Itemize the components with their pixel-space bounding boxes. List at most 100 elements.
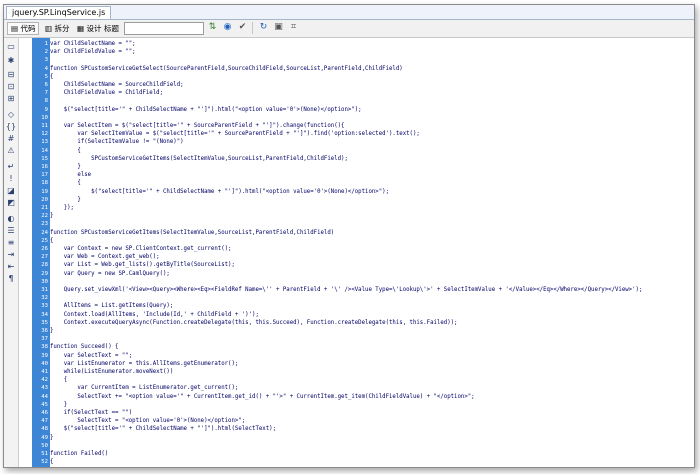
- select-parent-tag-icon[interactable]: ◇: [5, 110, 17, 120]
- code-text: {: [50, 180, 81, 187]
- visual-aids-icon[interactable]: ⌗: [288, 22, 299, 33]
- code-text: Context.load(AllItems, 'Include(Id,' + C…: [50, 311, 259, 318]
- line-number: 20: [41, 196, 48, 203]
- code-text: var ChildFieldValue = "";: [50, 49, 136, 56]
- line-number: 44: [41, 393, 48, 400]
- code-text: SelectText += "<option value='" + Curren…: [50, 393, 475, 400]
- line-number: 3: [44, 57, 48, 64]
- code-text: }: [50, 196, 81, 203]
- line-number: 4: [44, 65, 48, 72]
- line-number: 46: [41, 410, 48, 416]
- expand-all-icon[interactable]: ⊞: [5, 94, 17, 104]
- code-text: function SPCustomServiceGetSelect(Source…: [50, 65, 403, 72]
- code-text: $("select[title='" + ChildSelectName + "…: [50, 188, 389, 195]
- outdent-code-icon[interactable]: ⇤: [5, 262, 17, 272]
- open-documents-icon[interactable]: ▭: [5, 42, 17, 52]
- syntax-error-alerts-icon[interactable]: !: [5, 174, 17, 184]
- split-view-button[interactable]: ▥ 拆分: [41, 22, 73, 35]
- line-number: 51: [41, 451, 48, 457]
- code-editor[interactable]: 1 var ChildSelectName = ""; 2 var ChildFiel…: [41, 38, 694, 467]
- view-options-icon[interactable]: ▣: [273, 22, 284, 33]
- code-text: var List = Web.get_lists().getByTitle(So…: [50, 262, 235, 269]
- collapse-selection-icon[interactable]: ⊡: [5, 82, 17, 92]
- show-code-navigator-icon[interactable]: ✱: [5, 56, 17, 66]
- code-text: var SelectItem = $("select[title='" + So…: [50, 123, 345, 129]
- toolbar-separator: [252, 22, 253, 34]
- line-number: 27: [41, 254, 48, 261]
- line-number: 32: [41, 295, 48, 302]
- format-source-icon[interactable]: ¶: [5, 274, 17, 284]
- code-text: ChildFieldValue = ChildField;: [50, 90, 163, 97]
- line-number: 13: [41, 139, 48, 146]
- code-text: {: [50, 237, 54, 244]
- line-number: 5: [44, 73, 48, 80]
- code-text: while(ListEnumerator.moveNext()): [50, 369, 174, 375]
- code-text: Query.set_viewXml('<View><Query><Where><…: [50, 287, 643, 293]
- line-number: 18: [41, 180, 48, 187]
- code-text: }: [50, 401, 68, 408]
- title-input[interactable]: [124, 22, 204, 35]
- line-number: 35: [41, 319, 48, 326]
- code-text: var Query = new SP.CamlQuery();: [50, 270, 170, 277]
- code-text: }: [50, 434, 54, 441]
- code-text: {: [50, 147, 81, 154]
- code-text: }: [50, 466, 53, 467]
- highlight-invalid-code-icon[interactable]: ⚠: [5, 146, 17, 156]
- word-wrap-icon[interactable]: ↵: [5, 162, 17, 172]
- code-text: ChildSelectName = SourceChildField;: [50, 82, 184, 88]
- balance-braces-icon[interactable]: {}: [5, 122, 17, 132]
- line-number: 34: [41, 311, 48, 318]
- collapse-full-tag-icon[interactable]: ⊟: [5, 70, 17, 80]
- line-number: 11: [41, 123, 48, 129]
- line-number: 19: [41, 188, 48, 195]
- code-text: if(SelectItemValue != "(None)"): [50, 139, 184, 146]
- line-number: 39: [41, 352, 48, 359]
- preview-icon[interactable]: ◉: [222, 22, 233, 33]
- remove-comment-icon[interactable]: ◩: [5, 198, 17, 208]
- code-view-icon: ▤: [11, 24, 19, 33]
- document-tab[interactable]: jquery.SP.LinqService.js: [6, 6, 112, 19]
- indent-code-icon[interactable]: ⇥: [5, 250, 17, 260]
- wrap-tag-icon[interactable]: ◐: [5, 214, 17, 224]
- line-number: 23: [41, 221, 48, 228]
- split-view-label: 拆分: [54, 24, 70, 33]
- code-text: var CurrentItem = ListEnumerator.get_cur…: [50, 385, 239, 392]
- file-management-icon[interactable]: ⇅: [207, 22, 218, 33]
- code-text: var SelectItemValue = $("select[title='"…: [50, 131, 420, 138]
- line-number: 33: [41, 303, 48, 310]
- document-tab-bar: jquery.SP.LinqService.js: [4, 5, 694, 20]
- line-number: 43: [41, 385, 48, 392]
- line-number: 24: [41, 229, 48, 236]
- line-number: 36: [41, 328, 48, 334]
- code-text: {: [50, 459, 54, 466]
- line-number: 25: [41, 237, 48, 244]
- line-number: 49: [41, 434, 48, 441]
- code-text: {: [50, 73, 54, 80]
- recent-snippets-icon[interactable]: ☰: [5, 226, 17, 236]
- line-number: 9: [44, 106, 48, 113]
- code-view-button[interactable]: ▤ 代码: [7, 22, 40, 35]
- design-view-label: 设计: [86, 24, 102, 33]
- refresh-icon[interactable]: ↻: [258, 22, 269, 33]
- check-page-icon[interactable]: ✔: [237, 22, 248, 33]
- editor-window: jquery.SP.LinqService.js ▤ 代码 ▥ 拆分 ▦ 设计 …: [3, 4, 695, 468]
- move-css-icon[interactable]: ≡: [5, 238, 17, 248]
- line-number: 47: [41, 418, 48, 425]
- line-number: 40: [41, 360, 48, 367]
- line-number: 16: [41, 164, 48, 170]
- split-view-icon: ▥: [45, 24, 53, 33]
- line-number: 22: [41, 213, 48, 220]
- line-numbers-icon[interactable]: #: [5, 134, 17, 144]
- line-number: 8: [44, 98, 48, 105]
- line-number: 14: [41, 147, 48, 154]
- line-number: 26: [41, 246, 48, 252]
- line-number: 52: [41, 459, 48, 466]
- code-text: var ListEnumerator = this.AllItems.getEn…: [50, 360, 239, 367]
- code-text: }: [50, 213, 54, 220]
- line-number: 48: [41, 426, 48, 433]
- apply-comment-icon[interactable]: ◪: [5, 186, 17, 196]
- code-text: SelectText = "<option value='0'>(None)</…: [50, 418, 246, 425]
- document-toolbar: ▤ 代码 ▥ 拆分 ▦ 设计 标题 ⇅ ◉ ✔ ↻ ▣ ⌗: [4, 20, 694, 38]
- code-text: SPCustomServiceGetItems(SelectItemValue,…: [50, 155, 348, 162]
- design-view-button[interactable]: ▦ 设计: [73, 22, 105, 35]
